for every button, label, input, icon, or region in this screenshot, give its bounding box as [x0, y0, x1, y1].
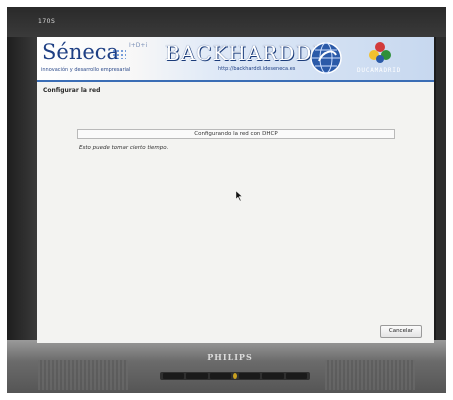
monitor-button[interactable] [186, 373, 208, 379]
screen: Séneca I+D+i innovación y desarrollo emp… [37, 37, 434, 343]
monitor-bezel-right [436, 37, 446, 347]
monitor-control-buttons[interactable] [160, 372, 310, 380]
monitor-button[interactable] [285, 373, 307, 379]
educamadrid-logo-icon [369, 42, 391, 63]
monitor-button[interactable] [238, 373, 261, 379]
monitor-bezel-top [7, 7, 446, 37]
globe-icon [310, 42, 342, 74]
power-led-icon [232, 373, 237, 379]
monitor-button[interactable] [163, 373, 185, 379]
mouse-pointer-icon [236, 191, 243, 201]
educamadrid-label: DUCAMADRID [357, 67, 402, 74]
speaker-grille-left [38, 360, 128, 390]
progress-label: Configurando la red con DHCP [194, 131, 278, 137]
seneca-tagline: innovación y desarrollo empresarial [41, 67, 131, 73]
backharddi-logo: BACKHARDDI [165, 41, 322, 65]
monitor-button[interactable] [262, 373, 284, 379]
progress-bar: Configurando la red con DHCP [77, 129, 395, 139]
cancel-button[interactable]: Cancelar [380, 325, 422, 338]
seneca-idmark: I+D+i [129, 42, 148, 49]
page-title: Configurar la red [43, 87, 101, 94]
seneca-dots-icon [112, 49, 126, 59]
speaker-grille-right [325, 360, 415, 390]
monitor-button[interactable] [209, 373, 231, 379]
monitor-model-badge: 170S [38, 18, 56, 25]
monitor-brand: PHILIPS [207, 352, 253, 362]
monitor-bezel-left [7, 37, 37, 347]
backharddi-url: http://backharddi.ideseneca.es [218, 66, 296, 72]
banner-divider [37, 80, 434, 82]
progress-hint: Esto puede tomar cierto tiempo. [79, 145, 169, 151]
seneca-logo: Séneca [42, 40, 120, 64]
